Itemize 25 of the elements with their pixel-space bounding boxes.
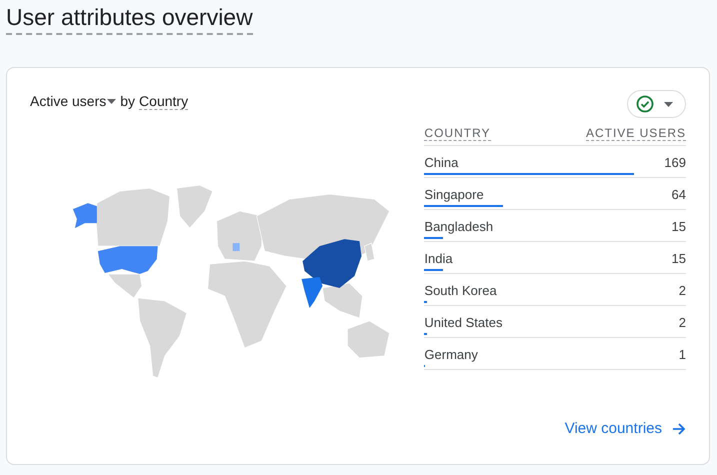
country-name: United States (424, 315, 502, 332)
country-name: Germany (424, 347, 478, 364)
country-name: India (424, 251, 453, 268)
caret-icon (664, 102, 673, 106)
user-count: 64 (672, 187, 686, 204)
by-label: by (120, 93, 136, 109)
country-name: China (424, 155, 458, 172)
user-count: 2 (678, 315, 686, 332)
user-count: 15 (672, 219, 686, 236)
status-dropdown[interactable] (627, 90, 686, 118)
arrow-right-icon (672, 422, 686, 436)
country-name: South Korea (424, 283, 497, 300)
column-header[interactable]: ACTIVE USERS (586, 126, 686, 141)
metric-dropdown[interactable]: Active users (30, 93, 116, 109)
user-count: 1 (678, 347, 686, 364)
dimension-selector[interactable]: Country (139, 92, 188, 110)
user-count: 15 (672, 251, 686, 268)
country-name: Bangladesh (424, 219, 494, 236)
user-count: 2 (678, 283, 686, 300)
caret-icon (107, 98, 116, 104)
user-count: 169 (664, 155, 686, 172)
view-countries-link[interactable]: View countries (564, 420, 686, 437)
column-header[interactable]: COUNTRY (424, 126, 491, 141)
page-title: User attributes overview (6, 4, 253, 35)
country-name: Singapore (424, 187, 484, 204)
